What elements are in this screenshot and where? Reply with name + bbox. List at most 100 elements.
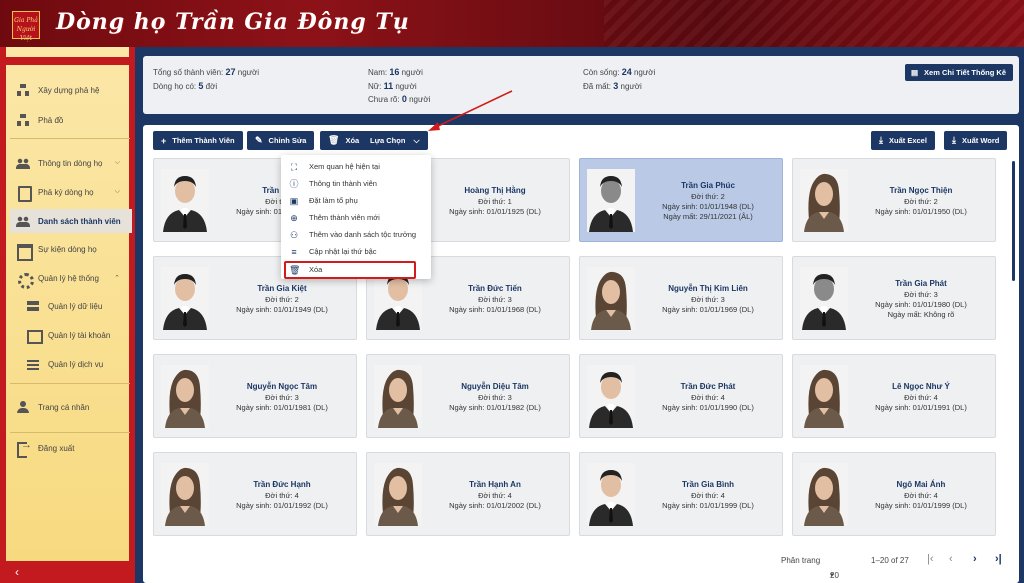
edit-button[interactable]: ✎ Chỉnh Sửa — [247, 131, 315, 150]
sidebar-item-label: Quản lý hệ thống — [38, 273, 99, 283]
sidebar-item-data[interactable]: Quản lý dữ liệu — [10, 295, 132, 317]
member-death-date: Ngày mất: Không rõ — [887, 309, 955, 319]
sidebar-item-build-tree[interactable]: Xây dựng phả hệ — [10, 79, 132, 101]
sidebar-divider — [10, 138, 130, 139]
member-generation: Đời thứ: 3 — [478, 392, 512, 402]
export-excel-button[interactable]: ⤓ Xuất Excel — [871, 131, 935, 150]
sidebar-item-family-chart[interactable]: Phả đồ — [10, 109, 132, 131]
member-birth-date: Ngày sinh: 01/01/1991 (DL) — [875, 402, 967, 412]
male-avatar-icon — [589, 372, 633, 428]
member-generation: Đời thứ: 3 — [478, 294, 512, 304]
menu-item-view-relations[interactable]: ⛶ Xem quan hệ hiện tại — [281, 158, 431, 175]
member-avatar — [800, 365, 848, 428]
pencil-icon: ✎ — [255, 135, 263, 145]
member-birth-date: Ngày sinh: 01/01/1948 (DL) — [662, 201, 754, 211]
member-death-date: Ngày mất: 29/11/2021 (ÂL) — [663, 211, 753, 221]
sidebar-item-label: Sự kiện dòng họ — [38, 244, 97, 254]
sidebar-item-logout[interactable]: Đăng xuất — [10, 437, 132, 459]
sidebar-item-system[interactable]: Quản lý hệ thống ⌃ — [10, 267, 132, 289]
options-dropdown-button[interactable]: Lựa Chọn ⌵ — [362, 131, 428, 150]
sidebar-item-profile[interactable]: Trang cá nhân — [10, 396, 132, 418]
member-card[interactable]: Trần Gia Phát Đời thứ: 3 Ngày sinh: 01/0… — [792, 256, 996, 340]
member-name: Trần Ngọc Thiện — [889, 185, 953, 195]
menu-item-member-info[interactable]: ⓘ Thông tin thành viên — [281, 175, 431, 192]
add-member-button[interactable]: + Thêm Thành Viên — [153, 131, 243, 150]
sidebar-item-label: Phả ký dòng họ — [38, 187, 94, 197]
sidebar-item-accounts[interactable]: Quản lý tài khoản — [10, 324, 132, 346]
first-page-button[interactable]: |‹ — [927, 553, 934, 565]
member-generation: Đời thứ: 3 — [691, 294, 725, 304]
menu-item-label: Thêm thành viên mới — [309, 213, 380, 222]
member-card[interactable]: Nguyễn Diệu Tâm Đời thứ: 3 Ngày sinh: 01… — [366, 354, 570, 438]
member-birth-date: Ngày sinh: 01/01/1992 (DL) — [236, 500, 328, 510]
menu-item-add-member[interactable]: ⊕ Thêm thành viên mới — [281, 209, 431, 226]
list-icon — [26, 357, 40, 371]
trash-icon: 🗑 — [328, 135, 340, 145]
sidebar-item-services[interactable]: Quản lý dịch vụ — [10, 353, 132, 375]
tree-icon — [16, 113, 30, 127]
member-card[interactable]: Nguyễn Ngọc Tâm Đời thứ: 3 Ngày sinh: 01… — [153, 354, 357, 438]
menu-item-add-to-patriarchs[interactable]: ⚇ Thêm vào danh sách tộc trưởng — [281, 226, 431, 243]
member-generation: Đời thứ: 4 — [265, 490, 299, 500]
member-info: Trần Đức Tiến Đời thứ: 3 Ngày sinh: 01/0… — [425, 257, 565, 341]
tree-icon: ⛶ — [290, 161, 298, 172]
member-card[interactable]: Trần Gia Bình Đời thứ: 4 Ngày sinh: 01/0… — [579, 452, 783, 536]
prev-page-button[interactable]: ‹ — [949, 553, 953, 565]
stat-female: Nữ: 11 người — [368, 81, 417, 91]
member-name: Trần Đức Phát — [680, 381, 736, 391]
annotation-arrow-icon — [428, 90, 513, 131]
button-label: Xuất Excel — [888, 136, 927, 145]
member-generation: Đời thứ: 1 — [478, 196, 512, 206]
gear-icon — [16, 271, 34, 289]
member-birth-date: Ngày sinh: 01/01/1950 (DL) — [875, 206, 967, 216]
menu-item-label: Cập nhật lại thứ bậc — [309, 247, 377, 256]
member-card[interactable]: Trần Ngọc Thiện Đời thứ: 2 Ngày sinh: 01… — [792, 158, 996, 242]
member-card[interactable]: Trần Đức Phát Đời thứ: 4 Ngày sinh: 01/0… — [579, 354, 783, 438]
stats-panel: Tổng số thành viên: 27 người Dòng họ có:… — [143, 56, 1019, 114]
sidebar-item-family-record[interactable]: Phả ký dòng họ ⌵ — [10, 181, 132, 203]
site-logo[interactable]: Gia Phả Người Việt — [12, 11, 40, 42]
member-generation: Đời thứ: 2 — [265, 294, 299, 304]
member-name: Hoàng Thị Hằng — [464, 185, 526, 195]
male-avatar-icon — [589, 470, 633, 526]
sidebar-rail-left — [0, 47, 6, 583]
next-page-button[interactable]: › — [973, 553, 977, 565]
sidebar-item-events[interactable]: Sự kiện dòng họ — [10, 238, 132, 261]
member-birth-date: Ngày sinh: 01/01/1999 (DL) — [875, 500, 967, 510]
sidebar-item-label: Đăng xuất — [38, 443, 75, 453]
people-icon — [16, 214, 30, 228]
male-avatar-icon — [163, 176, 207, 232]
last-page-button[interactable]: ›| — [995, 553, 1002, 565]
member-info: Trần Hạnh An Đời thứ: 4 Ngày sinh: 01/01… — [425, 453, 565, 537]
member-info: Hoàng Thị Hằng Đời thứ: 1 Ngày sinh: 01/… — [425, 159, 565, 243]
member-birth-date: Ngày sinh: 01/01/1980 (DL) — [875, 299, 967, 309]
sidebar-item-family-info[interactable]: Thông tin dòng họ ⌵ — [10, 152, 132, 174]
member-card[interactable]: Trần Hạnh An Đời thứ: 4 Ngày sinh: 01/01… — [366, 452, 570, 536]
add-person-icon: ⊕ — [290, 212, 298, 223]
view-stats-detail-button[interactable]: ▤ Xem Chi Tiết Thống Kê — [904, 64, 1013, 81]
member-generation: Đời thứ: 4 — [691, 392, 725, 402]
sidebar-item-member-list[interactable]: Danh sách thành viên — [10, 209, 132, 233]
member-name: Nguyễn Thị Kim Liên — [668, 283, 748, 293]
chevron-down-icon: ⌵ — [114, 159, 120, 166]
menu-item-set-ancestor[interactable]: ▣ Đặt làm tổ phụ — [281, 192, 431, 209]
app-header: Gia Phả Người Việt Dòng họ Trần Gia Đông… — [0, 0, 1024, 47]
scrollbar[interactable] — [1012, 161, 1015, 281]
member-card[interactable]: Nguyễn Thị Kim Liên Đời thứ: 3 Ngày sinh… — [579, 256, 783, 340]
collapse-sidebar-button[interactable]: ‹ — [8, 564, 26, 580]
member-card[interactable]: Trần Đức Hạnh Đời thứ: 4 Ngày sinh: 01/0… — [153, 452, 357, 536]
button-label: Chỉnh Sửa — [268, 136, 307, 145]
button-label: Lựa Chọn — [370, 136, 406, 145]
member-name: Nguyễn Ngọc Tâm — [246, 381, 318, 391]
export-word-button[interactable]: ⤓ Xuất Word — [944, 131, 1008, 150]
female-avatar-icon — [165, 369, 205, 428]
member-card[interactable]: Lê Ngọc Như Ý Đời thứ: 4 Ngày sinh: 01/0… — [792, 354, 996, 438]
member-card[interactable]: Ngô Mai Ánh Đời thứ: 4 Ngày sinh: 01/01/… — [792, 452, 996, 536]
member-card-grid: Trần Hùng Đời thứ: 1 Ngày sinh: 01/01/19… — [148, 158, 1014, 538]
delete-button[interactable]: 🗑 Xóa — [320, 131, 368, 150]
menu-item-label: Xem quan hệ hiện tại — [309, 162, 380, 171]
member-name: Trần Gia Phúc — [681, 180, 735, 190]
member-birth-date: Ngày sinh: 01/01/1981 (DL) — [236, 402, 328, 412]
member-card[interactable]: Trần Gia Phúc Đời thứ: 2 Ngày sinh: 01/0… — [579, 158, 783, 242]
menu-item-update-order[interactable]: ≡ Cập nhật lại thứ bậc — [281, 243, 431, 260]
